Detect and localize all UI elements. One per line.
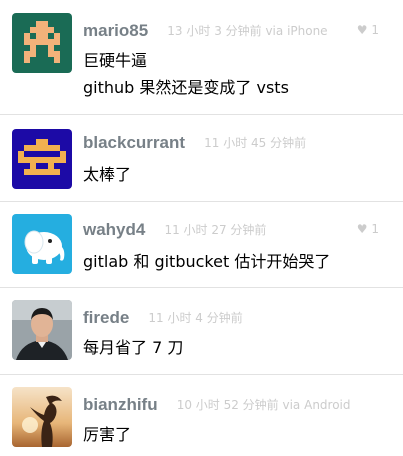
avatar[interactable] [12,129,72,189]
reply-line: github 果然还是变成了 vsts [83,78,289,97]
reply-content: 巨硬牛逼 github 果然还是变成了 vsts [83,47,289,101]
person-photo-avatar-icon [12,300,72,360]
reply-item: blackcurrant 11 小时 45 分钟前 太棒了 [0,115,403,202]
avatar[interactable] [12,13,72,73]
username-link[interactable]: mario85 [83,18,148,44]
reply-content: 厉害了 [83,421,131,448]
username-link[interactable]: bianzhifu [83,392,158,418]
mario-pixel-avatar-icon [12,13,72,73]
reply-meta: mario85 13 小时 3 分钟前 via iPhone [83,17,328,43]
reply-time: 13 小时 3 分钟前 via iPhone [167,23,328,38]
elephant-avatar-icon [12,214,72,274]
reply-content: 每月省了 7 刀 [83,334,183,361]
reply-line: gitlab 和 gitbucket 估计开始哭了 [83,252,331,271]
username-link[interactable]: firede [83,305,129,331]
reply-time: 11 小时 27 分钟前 [164,222,267,237]
reply-time: 11 小时 4 分钟前 [148,310,243,325]
reply-meta: wahyd4 11 小时 27 分钟前 [83,216,266,242]
reply-item: wahyd4 11 小时 27 分钟前 ♥ 1 gitlab 和 gitbuck… [0,202,403,288]
reply-line: 厉害了 [83,425,132,444]
reply-content: 太棒了 [83,161,131,188]
avatar[interactable] [12,214,72,274]
avatar[interactable] [12,387,72,447]
reply-item: mario85 13 小时 3 分钟前 via iPhone ♥ 1 巨硬牛逼 … [0,0,403,115]
reply-meta: bianzhifu 10 小时 52 分钟前 via Android [83,391,351,417]
reply-meta: blackcurrant 11 小时 45 分钟前 [83,129,306,155]
silhouette-photo-avatar-icon [12,387,72,447]
reply-item: bianzhifu 10 小时 52 分钟前 via Android 厉害了 [0,375,403,456]
like-count[interactable]: ♥ 1 [357,17,379,43]
reply-content: gitlab 和 gitbucket 估计开始哭了 [83,248,330,275]
reply-meta: firede 11 小时 4 分钟前 [83,304,243,330]
reply-item: firede 11 小时 4 分钟前 每月省了 7 刀 [0,288,403,375]
username-link[interactable]: wahyd4 [83,217,145,243]
avatar[interactable] [12,300,72,360]
reply-line: 每月省了 7 刀 [83,338,184,357]
like-count[interactable]: ♥ 1 [357,216,379,242]
reply-time: 11 小时 45 分钟前 [204,135,307,150]
username-link[interactable]: blackcurrant [83,130,185,156]
pixel-glyph-avatar-icon [12,129,72,189]
reply-time: 10 小时 52 分钟前 via Android [176,397,351,412]
reply-line: 巨硬牛逼 [83,51,148,70]
reply-line: 太棒了 [83,165,132,184]
